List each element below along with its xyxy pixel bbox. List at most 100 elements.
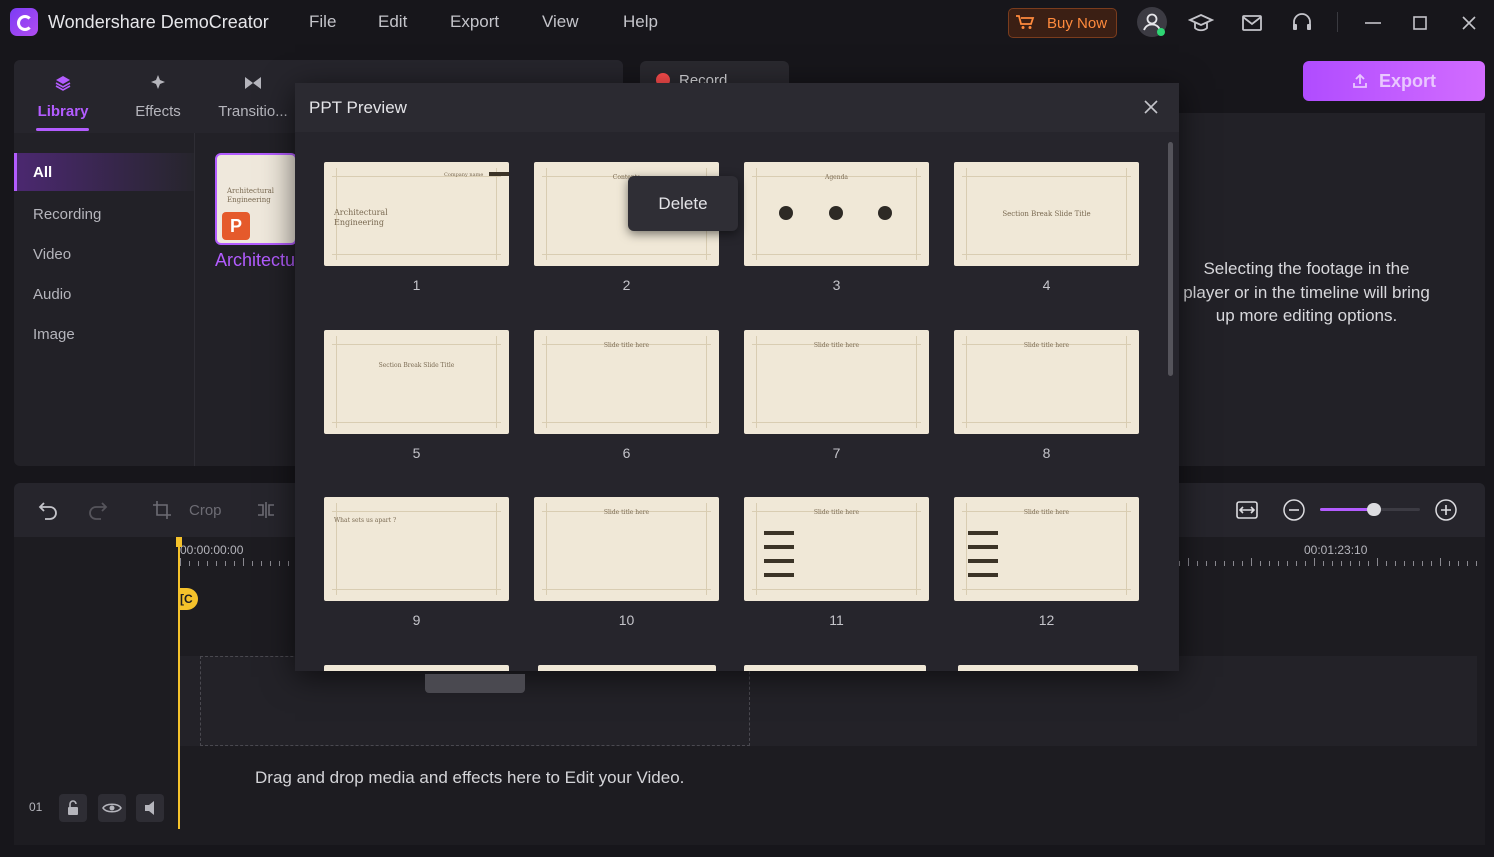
ruler-tick	[1458, 561, 1459, 566]
menu-help[interactable]: Help	[623, 12, 658, 32]
slide-number: 3	[832, 277, 841, 293]
slide-thumbnail[interactable]: Slide title here	[534, 497, 719, 601]
sidebar-item-recording[interactable]: Recording	[14, 195, 194, 233]
powerpoint-icon: P	[222, 212, 250, 240]
slide-frame-line	[756, 503, 757, 595]
zoom-in-icon[interactable]	[1434, 498, 1458, 522]
ruler-tick	[216, 561, 217, 566]
slide-number: 11	[829, 612, 844, 628]
tutorial-icon[interactable]	[1188, 10, 1214, 36]
redo-icon[interactable]	[86, 499, 108, 521]
tab-transitions[interactable]: Transitio...	[208, 60, 298, 133]
sidebar-item-audio[interactable]: Audio	[14, 275, 194, 313]
menu-file[interactable]: File	[309, 12, 336, 32]
slide-progress-bar	[968, 531, 998, 535]
tab-effects[interactable]: Effects	[113, 60, 203, 133]
ruler-tick	[1233, 561, 1234, 566]
cart-icon	[1016, 15, 1035, 29]
slide-thumbnail[interactable]: Agenda	[744, 162, 929, 266]
sidebar-item-video[interactable]: Video	[14, 235, 194, 273]
slide-thumbnail[interactable]: Slide title here	[744, 497, 929, 601]
slide-frame-line	[546, 503, 547, 595]
menu-edit[interactable]: Edit	[378, 12, 407, 32]
slide-thumbnail[interactable]: Slide title here	[954, 330, 1139, 434]
slide-thumbnail-partial	[958, 665, 1138, 671]
ruler-tick	[1476, 561, 1477, 566]
zoom-slider-fill	[1320, 508, 1374, 511]
slide-thumbnail[interactable]: Slide title here	[954, 497, 1139, 601]
slide-thumbnail[interactable]: What sets us apart ?	[324, 497, 509, 601]
minimize-icon[interactable]	[1360, 10, 1386, 36]
close-icon[interactable]	[1143, 99, 1159, 115]
slide-thumbnail[interactable]: Architectural Engineering Company name	[324, 162, 509, 266]
slide-frame-line	[962, 254, 1131, 255]
drag-tooltip	[425, 674, 525, 693]
slide-frame-line	[332, 344, 501, 345]
slide-header-text: Company name	[444, 172, 484, 178]
sidebar-item-all[interactable]: All	[14, 153, 194, 191]
ruler-tick	[1179, 561, 1180, 566]
track-visibility-button[interactable]	[98, 794, 126, 822]
slide-frame-line	[496, 336, 497, 428]
slide-number: 4	[1042, 277, 1051, 293]
ruler-tick	[1368, 561, 1369, 566]
slide-title-text: What sets us apart ?	[334, 517, 397, 524]
track-mute-button[interactable]	[136, 794, 164, 822]
slide-thumbnail-partial	[324, 665, 509, 671]
undo-icon[interactable]	[38, 499, 60, 521]
track-lock-button[interactable]	[59, 794, 87, 822]
slide-frame-line	[1126, 503, 1127, 595]
slide-icon-circle	[878, 206, 892, 220]
slide-frame-line	[752, 422, 921, 423]
ruler-tick	[207, 561, 208, 566]
export-button[interactable]: Export	[1303, 61, 1485, 101]
slide-title-text: Slide title here	[603, 509, 650, 516]
delete-context-menu-item[interactable]: Delete	[628, 176, 738, 231]
slide-frame-line	[962, 176, 1131, 177]
slide-number: 1	[412, 277, 421, 293]
speaker-icon	[145, 801, 154, 815]
zoom-slider-handle[interactable]	[1367, 503, 1381, 516]
slide-thumbnail[interactable]: Section Break Slide Title	[324, 330, 509, 434]
mail-icon[interactable]	[1239, 10, 1265, 36]
ruler-tick	[288, 561, 289, 566]
slide-thumbnail[interactable]: Slide title here	[744, 330, 929, 434]
slide-title-text: Section Break Slide Title	[1002, 210, 1091, 218]
media-thumbnail-name[interactable]: Architectu	[215, 250, 297, 271]
maximize-icon[interactable]	[1407, 10, 1433, 36]
support-headset-icon[interactable]	[1289, 10, 1315, 36]
library-icon	[55, 76, 71, 91]
tab-transitions-label: Transitio...	[218, 103, 288, 120]
ruler-tick	[1314, 558, 1315, 566]
drop-zone-text: Drag and drop media and effects here to …	[255, 768, 685, 787]
slide-title-text: Slide title here	[813, 342, 860, 349]
slide-thumbnail[interactable]: Slide title here	[534, 330, 719, 434]
ruler-tick	[270, 561, 271, 566]
ruler-tick	[1377, 558, 1378, 566]
slide-progress-bar	[764, 545, 794, 549]
tab-library[interactable]: Library	[18, 60, 108, 133]
slide-progress-bar	[968, 573, 998, 577]
playhead[interactable]	[178, 541, 180, 829]
ruler-tick	[1206, 561, 1207, 566]
crop-label[interactable]: Crop	[189, 502, 222, 519]
split-icon[interactable]	[256, 501, 276, 519]
menu-export[interactable]: Export	[450, 12, 499, 32]
slide-number: 6	[622, 445, 631, 461]
menu-view[interactable]: View	[542, 12, 579, 32]
ruler-end-time: 00:01:23:10	[1304, 543, 1368, 557]
slide-frame-line	[332, 422, 501, 423]
sidebar-item-image[interactable]: Image	[14, 315, 194, 353]
fit-timeline-icon[interactable]	[1235, 498, 1259, 522]
slide-thumbnail[interactable]: Section Break Slide Title	[954, 162, 1139, 266]
tab-effects-label: Effects	[135, 103, 181, 120]
slide-title-text: Section Break Slide Title	[378, 362, 455, 369]
dialog-scrollbar-thumb[interactable]	[1168, 142, 1173, 376]
zoom-out-icon[interactable]	[1282, 498, 1306, 522]
slide-frame-line	[916, 336, 917, 428]
slide-frame-line	[706, 336, 707, 428]
crop-icon[interactable]	[152, 500, 172, 520]
slide-title-text: Slide title here	[1023, 509, 1070, 516]
close-window-icon[interactable]	[1456, 10, 1482, 36]
ruler-tick	[189, 561, 190, 566]
